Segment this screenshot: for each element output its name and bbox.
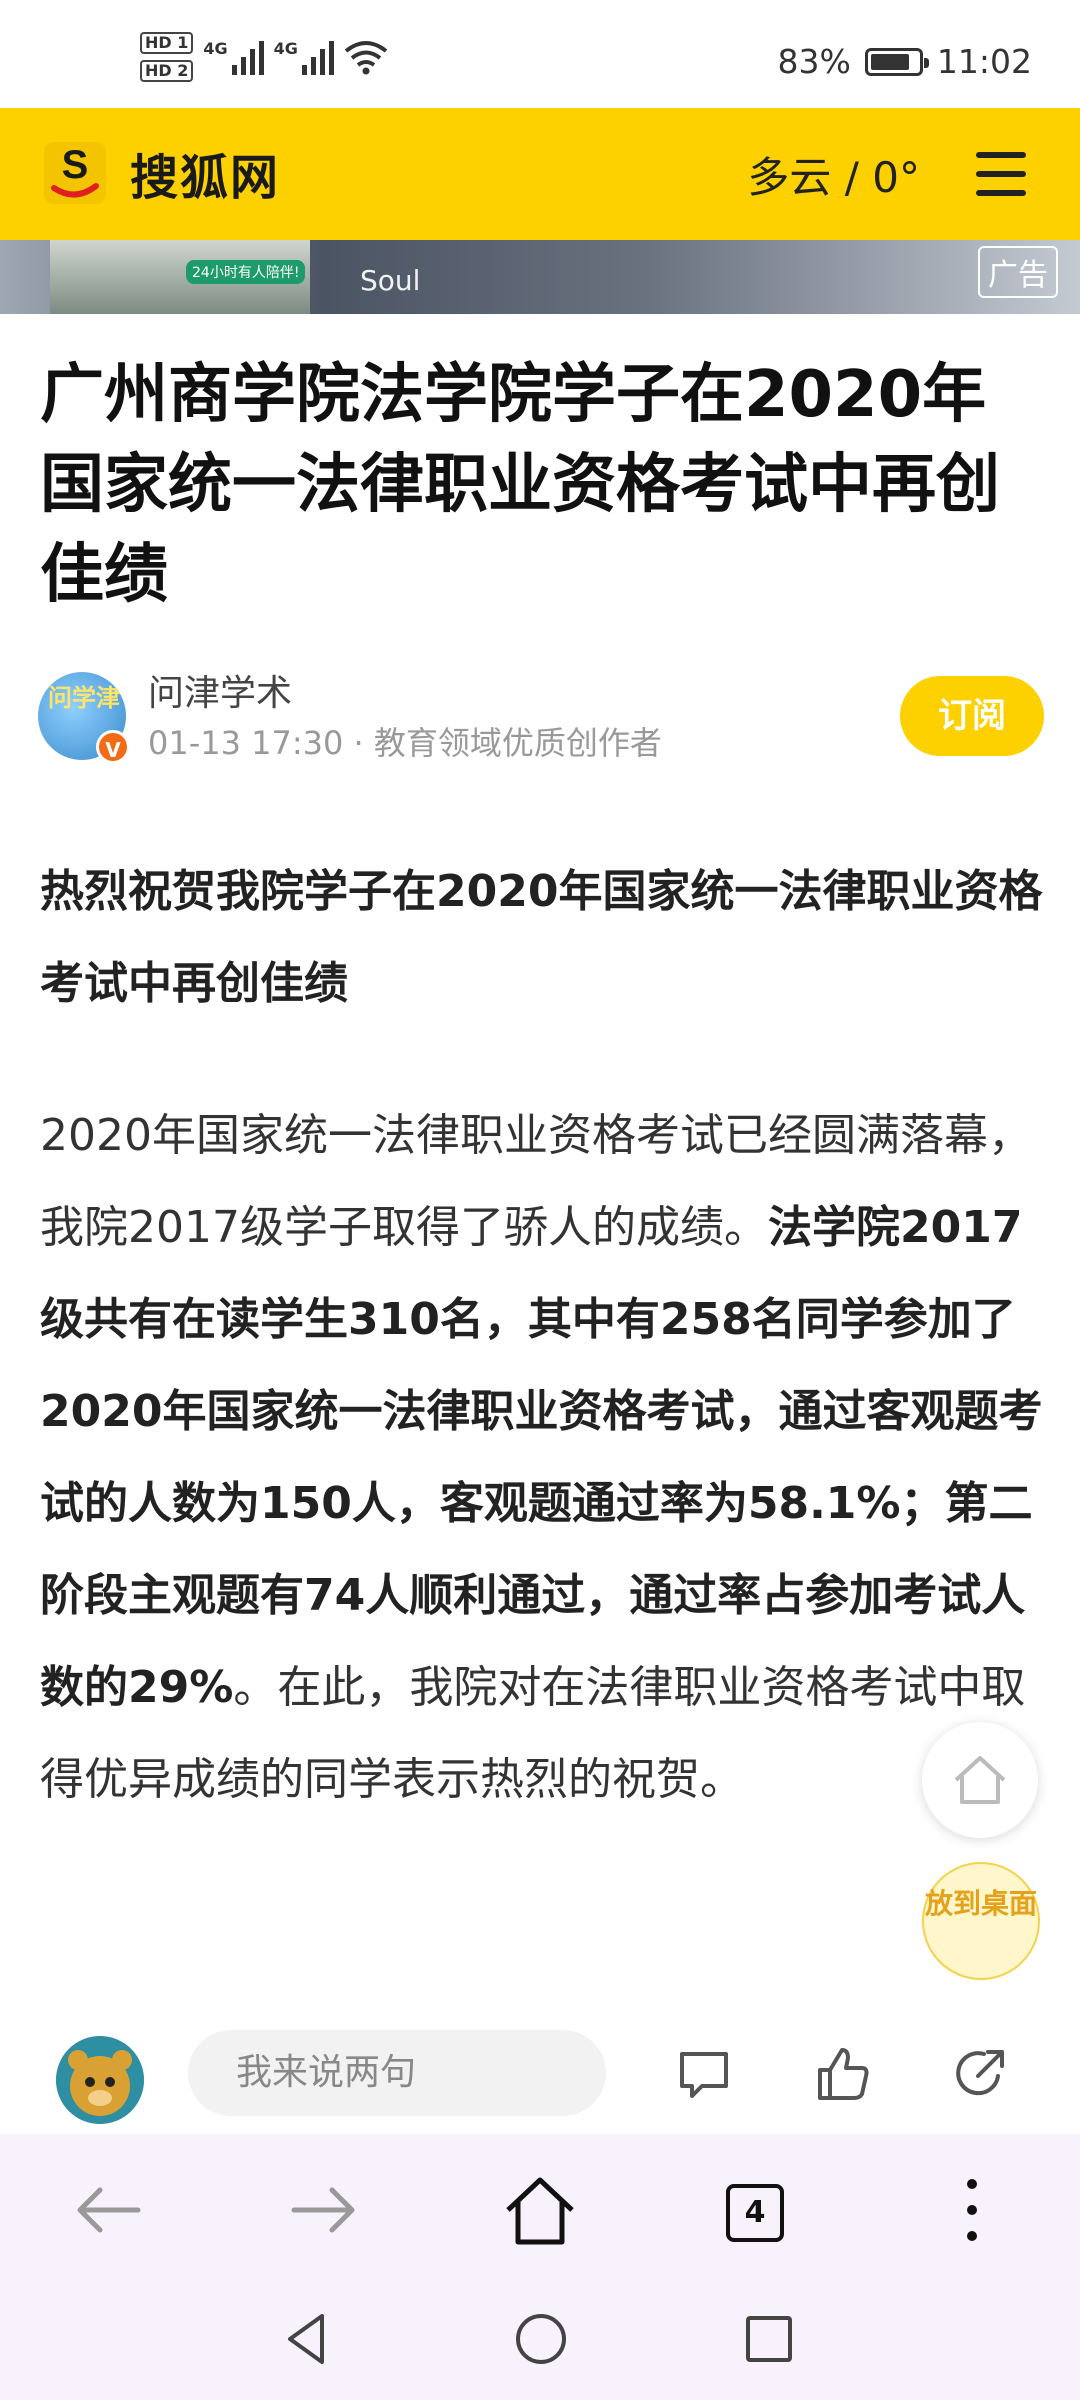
battery-icon bbox=[864, 47, 929, 76]
home-outline-icon bbox=[954, 1756, 1006, 1804]
ad-thumb-text: 24小时有人陪伴! bbox=[186, 260, 306, 284]
article-lead: 热烈祝贺我院学子在2020年国家统一法律职业资格考试中再创佳绩 bbox=[40, 866, 1043, 1009]
status-left: HD 1 HD 2 4G 4G bbox=[140, 32, 388, 82]
body-text-bold: 法学院2017级共有在读学生310名，其中有258名同学参加了2020年国家统一… bbox=[40, 1202, 1043, 1713]
more-vertical-icon[interactable] bbox=[932, 2170, 1012, 2250]
article-title: 广州商学院法学院学子在2020年国家统一法律职业资格考试中再创佳绩 bbox=[40, 358, 1000, 612]
comment-bar: 我来说两句 bbox=[0, 2006, 1080, 2134]
signal-bars-icon bbox=[231, 39, 264, 75]
tabs-icon[interactable]: 4 bbox=[726, 2184, 784, 2242]
author-meta: 01-13 17:30 · 教育领域优质创作者 bbox=[148, 724, 662, 762]
recents-square-icon[interactable] bbox=[734, 2304, 804, 2374]
hd-badge-2: HD 2 bbox=[140, 60, 194, 82]
network-label-1: 4G bbox=[203, 39, 228, 58]
ad-thumbnail: 24小时有人陪伴! bbox=[50, 240, 310, 314]
hamburger-menu-icon[interactable] bbox=[976, 152, 1026, 196]
comment-icon[interactable] bbox=[672, 2042, 736, 2106]
status-right: 83% 11:02 bbox=[778, 42, 1032, 81]
weather-info[interactable]: 多云 / 0° bbox=[747, 144, 920, 205]
author-name[interactable]: 问津学术 bbox=[148, 664, 292, 716]
clock: 11:02 bbox=[936, 42, 1032, 81]
home-circle-icon[interactable] bbox=[506, 2304, 576, 2374]
verified-badge-icon: V bbox=[96, 730, 130, 764]
browser-nav: 4 bbox=[0, 2134, 1080, 2284]
signal-bars-icon bbox=[301, 39, 334, 75]
comment-input[interactable]: 我来说两句 bbox=[188, 2030, 606, 2116]
back-arrow-icon[interactable] bbox=[68, 2170, 148, 2250]
signal-2: 4G bbox=[274, 39, 334, 75]
hd-badge-1: HD 1 bbox=[140, 32, 194, 54]
svg-text:S: S bbox=[62, 143, 89, 187]
author-avatar-text: 问学津 bbox=[48, 684, 120, 712]
network-label-2: 4G bbox=[273, 39, 298, 58]
float-home-button[interactable] bbox=[922, 1722, 1038, 1838]
subscribe-button[interactable]: 订阅 bbox=[900, 676, 1044, 756]
home-icon[interactable] bbox=[500, 2170, 580, 2250]
status-bar: HD 1 HD 2 4G 4G 83% 11:02 bbox=[0, 0, 1080, 108]
battery-percent: 83% bbox=[777, 42, 851, 81]
author-avatar[interactable]: 问学津 V bbox=[38, 672, 130, 764]
hd-indicators: HD 1 HD 2 bbox=[140, 32, 194, 82]
battery-level bbox=[870, 53, 910, 70]
site-brand[interactable]: 搜狐网 bbox=[130, 138, 280, 208]
sohu-logo-icon[interactable]: S bbox=[44, 142, 106, 204]
system-nav bbox=[0, 2284, 1080, 2400]
article-body: 2020年国家统一法律职业资格考试已经圆满落幕，我院2017级学子取得了骄人的成… bbox=[40, 1090, 1050, 1826]
ad-source: Soul bbox=[360, 264, 421, 297]
add-to-desktop-button[interactable]: 放到桌面 bbox=[922, 1862, 1040, 1980]
share-icon[interactable] bbox=[948, 2042, 1012, 2106]
user-avatar[interactable] bbox=[56, 2036, 144, 2124]
site-header: S 搜狐网 多云 / 0° bbox=[0, 108, 1080, 240]
back-triangle-icon[interactable] bbox=[274, 2304, 344, 2374]
thumbs-up-icon[interactable] bbox=[810, 2042, 874, 2106]
forward-arrow-icon[interactable] bbox=[284, 2170, 364, 2250]
ad-banner[interactable]: 24小时有人陪伴! Soul 广告 bbox=[0, 240, 1080, 314]
signal-1: 4G bbox=[203, 39, 264, 75]
ad-tag: 广告 bbox=[978, 246, 1058, 298]
wifi-icon bbox=[344, 41, 388, 75]
